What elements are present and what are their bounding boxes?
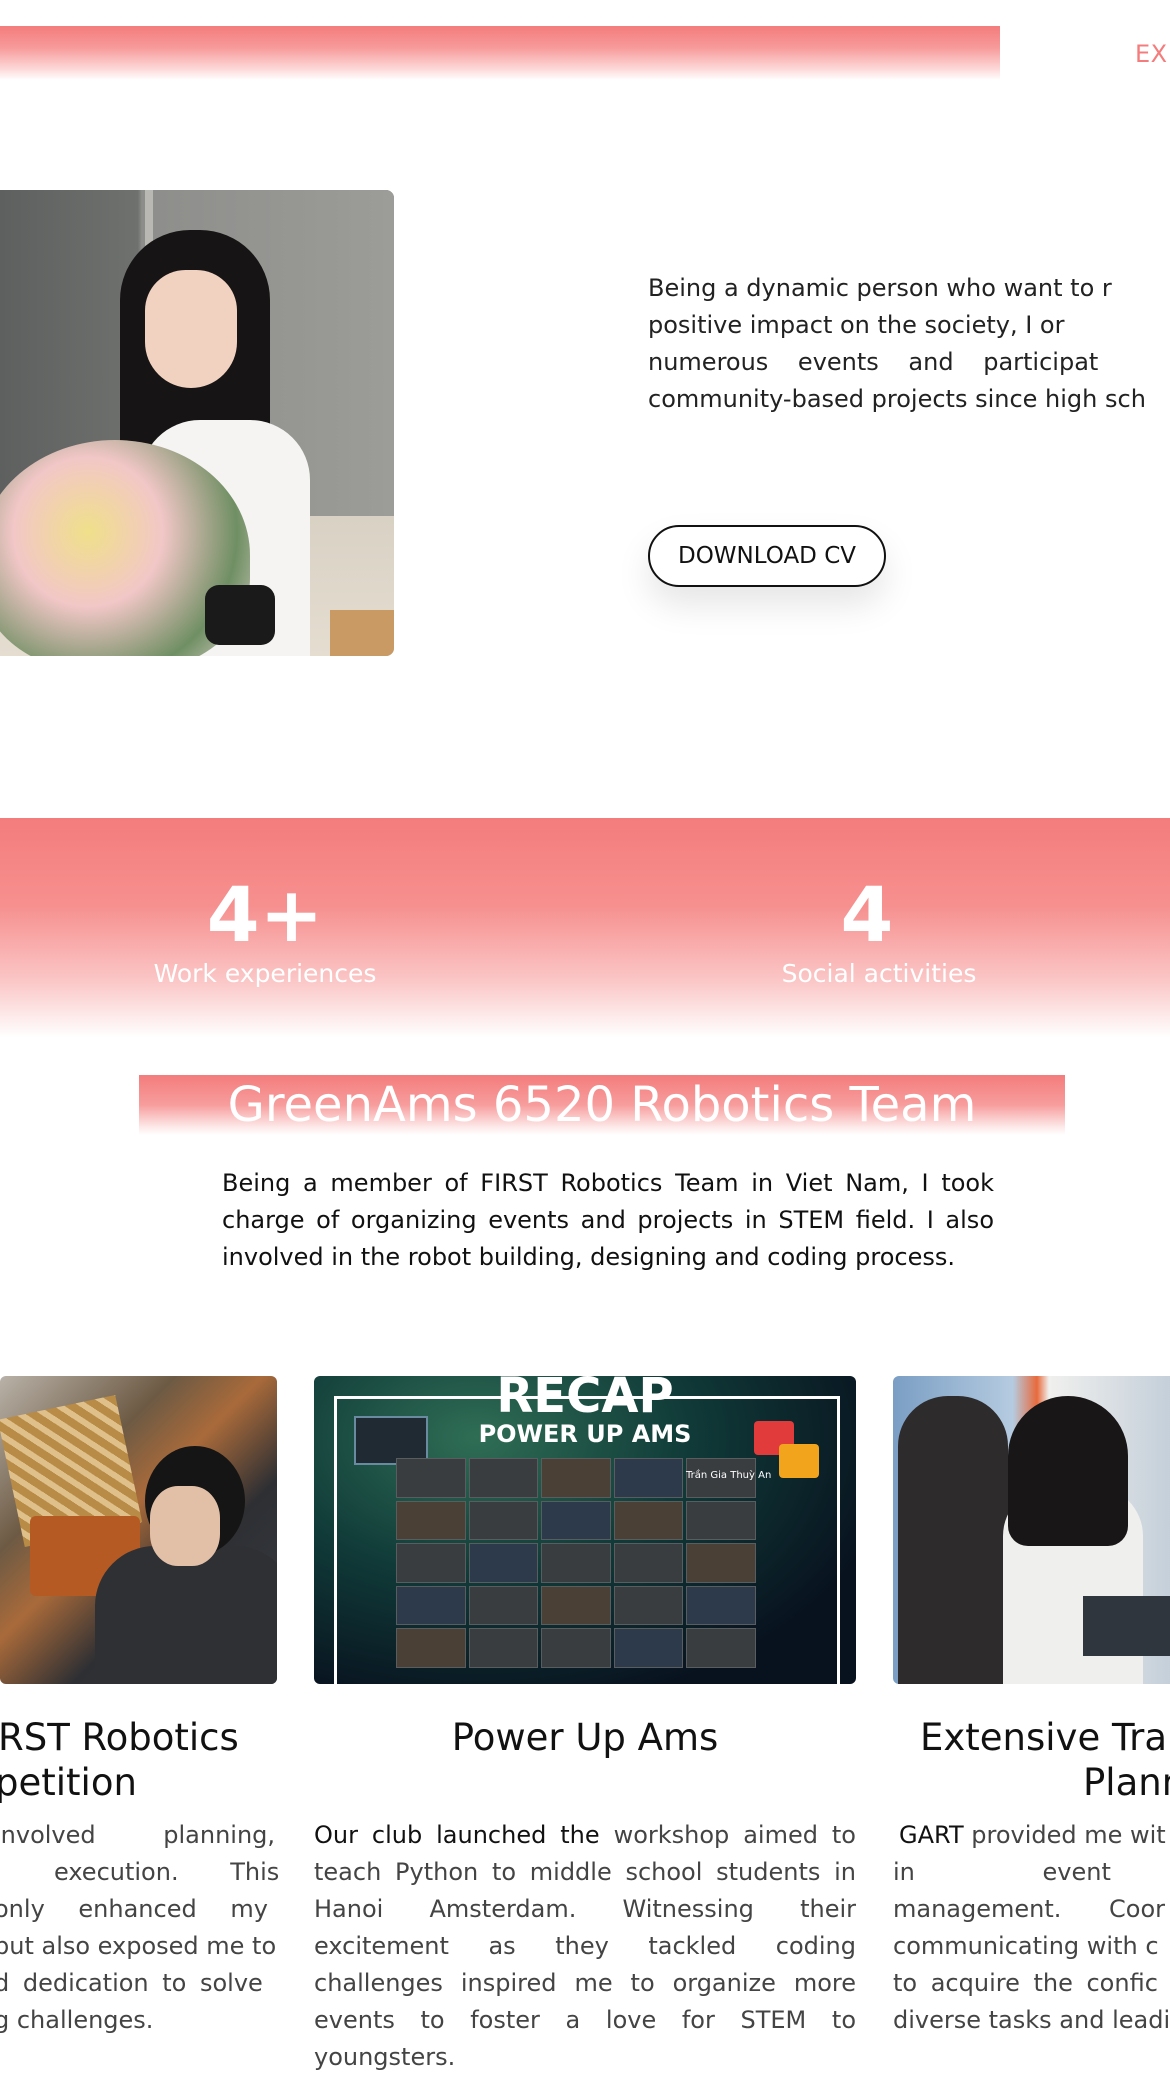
card-text-line: d dedication to solve (0, 1969, 263, 1997)
section-title: GreenAms 6520 Robotics Team (227, 1077, 977, 1133)
video-call-grid (396, 1458, 756, 1668)
power-up-ams-recap-image: RECAP POWER UP AMS Trần Gia Thuỳ An (314, 1376, 856, 1684)
hero-intro-text: Being a dynamic person who want to r pos… (648, 270, 1170, 418)
section-description: Being a member of FIRST Robotics Team in… (222, 1169, 994, 1271)
hero-line: numerous events and participat (648, 348, 1099, 376)
hero-line: Being a dynamic person who want to r (648, 274, 1112, 302)
card-title-line: Plann (1083, 1761, 1170, 1804)
card-title-line: RST Robotics (0, 1716, 239, 1759)
card-text-highlight: Our club launched the (314, 1821, 600, 1849)
card-text-body: provided me wit (963, 1821, 1166, 1849)
card-text-power-up-ams: Our club launched the workshop aimed to … (314, 1817, 856, 2076)
header-bar (0, 26, 1000, 80)
card-title-power-up-ams: Power Up Ams (451, 1716, 719, 1759)
hero-line: positive impact on the society, I or (648, 311, 1065, 339)
card-title-line: Extensive Trai (920, 1716, 1170, 1759)
card-title-robotics: RST Robotics petition (0, 1715, 277, 1805)
participant-name: Trần Gia Thuỳ An (686, 1470, 772, 1481)
stat-work-value: 4+ (206, 870, 324, 959)
training-planning-photo (893, 1376, 1170, 1684)
stat-work-label: Work experiences (153, 959, 377, 988)
card-text-line: management. Coor (893, 1895, 1166, 1923)
download-cv-button[interactable]: DOWNLOAD CV (648, 525, 886, 587)
nav-item-experience[interactable]: EXI (1135, 40, 1170, 68)
hero-line: community-based projects since high sch (648, 385, 1146, 413)
code-badge-icon (779, 1444, 819, 1478)
card-text-line: in event (893, 1858, 1111, 1886)
card-text-line: but also exposed me to (0, 1932, 277, 1960)
card-text-body: workshop aimed to teach Python to middle… (314, 1821, 856, 2071)
card-text-robotics: involved planning, execution. This only … (0, 1817, 280, 2039)
stat-social-label: Social activities (781, 959, 977, 988)
card-text-line: to acquire the confic (893, 1969, 1158, 1997)
card-text-line: involved planning, (0, 1821, 276, 1849)
card-text-training: GART provided me wit in event management… (893, 1817, 1170, 2039)
card-text-line: diverse tasks and leadi (893, 2006, 1170, 2034)
card-text-line: g challenges. (0, 2006, 154, 2034)
robotics-competition-photo (0, 1376, 277, 1684)
profile-photo (0, 190, 394, 656)
card-text-line: execution. This (54, 1858, 280, 1886)
card-text-line: GART provided me wit (893, 1817, 1170, 1854)
card-title-line: petition (0, 1761, 137, 1804)
card-text-line: communicating with c (893, 1932, 1159, 1960)
stat-social-value: 4 (840, 870, 894, 959)
card-text-line: only enhanced my (0, 1895, 268, 1923)
card-title-training: Extensive Trai Plann (893, 1715, 1170, 1805)
card-text-highlight: GART (899, 1821, 964, 1849)
